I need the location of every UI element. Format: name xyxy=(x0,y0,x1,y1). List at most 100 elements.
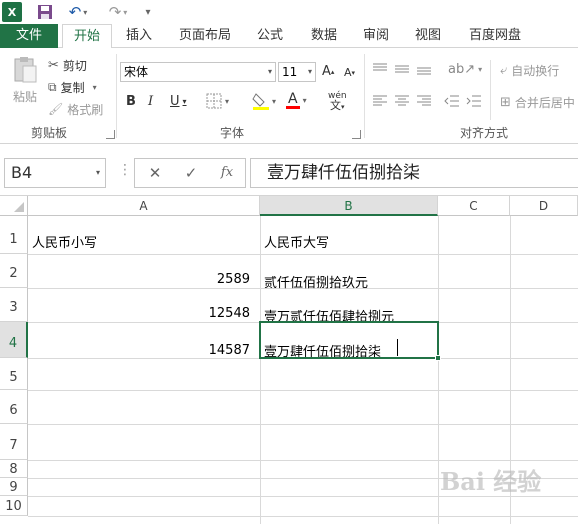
copy-label: 复制 xyxy=(60,80,85,95)
increase-indent-icon[interactable] xyxy=(466,94,482,108)
row-header-10[interactable]: 10 xyxy=(0,496,28,516)
bold-icon[interactable]: B xyxy=(126,94,136,109)
decrease-indent-icon[interactable] xyxy=(444,94,460,108)
redo-icon[interactable]: ↷ ▾ xyxy=(104,2,132,22)
font-name-value: 宋体 xyxy=(124,65,149,79)
cell-b1[interactable]: 人民币大写 xyxy=(264,232,329,251)
row-header-6[interactable]: 6 xyxy=(0,390,28,424)
row-header-7[interactable]: 7 xyxy=(0,424,28,460)
gridline xyxy=(260,216,261,524)
row-header-9[interactable]: 9 xyxy=(0,478,28,496)
row-header-4[interactable]: 4 xyxy=(0,322,28,358)
alignment-group-label: 对齐方式 xyxy=(459,126,508,140)
font-launcher-icon[interactable] xyxy=(352,130,361,139)
chevron-down-icon: ▾ xyxy=(95,168,100,177)
format-painter-button[interactable]: 🖌 格式刷 xyxy=(48,100,103,118)
row-header-1[interactable]: 1 xyxy=(0,216,28,254)
column-header-d[interactable]: D xyxy=(510,196,578,216)
wrap-text-label: 自动换行 xyxy=(511,64,560,78)
gridline xyxy=(28,390,578,391)
scissors-icon: ✂ xyxy=(48,57,59,73)
cut-label: 剪切 xyxy=(62,58,87,73)
increase-font-icon[interactable]: A ▴ xyxy=(322,64,334,79)
paste-button[interactable]: 粘贴 xyxy=(8,56,42,116)
align-middle-icon[interactable] xyxy=(394,62,410,76)
cell-a3[interactable]: 12548 xyxy=(32,306,250,321)
quick-access-toolbar: X ↶ ▾ ↷ ▾ ▾ xyxy=(0,0,578,24)
gridline xyxy=(28,424,578,425)
cell-a4[interactable]: 14587 xyxy=(32,343,250,358)
column-header-c[interactable]: C xyxy=(438,196,510,216)
align-top-icon[interactable] xyxy=(372,62,388,76)
gridline xyxy=(28,254,578,255)
cell-a2[interactable]: 2589 xyxy=(32,272,250,287)
paste-icon xyxy=(14,57,37,83)
paintbrush-icon: 🖌 xyxy=(48,102,64,116)
row-header-8[interactable]: 8 xyxy=(0,460,28,478)
tab-home[interactable]: 开始 xyxy=(62,24,112,49)
divider xyxy=(490,60,491,120)
fill-handle[interactable] xyxy=(435,355,441,361)
group-divider xyxy=(364,54,365,138)
border-icon[interactable]: ▾ xyxy=(206,93,229,109)
cancel-icon[interactable]: ✕ xyxy=(143,163,167,183)
decrease-font-icon[interactable]: A ▾ xyxy=(344,66,355,79)
align-center-icon[interactable] xyxy=(394,94,410,108)
group-divider xyxy=(116,54,117,138)
wrap-text-icon: ⤶ xyxy=(500,63,508,78)
format-painter-label: 格式刷 xyxy=(67,102,104,117)
italic-icon[interactable]: I xyxy=(148,94,153,109)
chevron-down-icon: ▾ xyxy=(307,67,312,76)
enter-icon[interactable]: ✓ xyxy=(179,163,203,183)
underline-icon[interactable]: U ▾ xyxy=(170,94,187,109)
name-box[interactable]: B4 ▾ xyxy=(4,158,106,188)
clipboard-group-label: 剪贴板 xyxy=(30,126,67,140)
name-box-value: B4 xyxy=(11,163,33,182)
fill-color-icon[interactable]: ▾ xyxy=(252,91,276,111)
merge-center-label: 合并后居中 xyxy=(514,96,575,110)
chevron-down-icon: ▾ xyxy=(267,67,272,76)
gridline xyxy=(28,516,578,517)
tab-view[interactable]: 视图 xyxy=(406,24,450,48)
column-header-a[interactable]: A xyxy=(28,196,260,216)
cell-b2[interactable]: 贰仟伍佰捌拾玖元 xyxy=(264,272,368,291)
undo-icon[interactable]: ↶ ▾ xyxy=(64,2,92,22)
tab-baidu-netdisk[interactable]: 百度网盘 xyxy=(462,24,528,48)
align-right-icon[interactable] xyxy=(416,94,432,108)
ribbon: 粘贴 ✂ 剪切 ⧉ 复制 ▾ 🖌 格式刷 剪贴板 宋体 ▾ 11 ▾ A ▴ A ▾… xyxy=(0,48,578,144)
insert-function-icon[interactable]: fx xyxy=(215,163,239,183)
tab-insert[interactable]: 插入 xyxy=(116,24,162,48)
cell-a1[interactable]: 人民币小写 xyxy=(32,232,97,251)
save-icon[interactable] xyxy=(36,2,54,22)
merge-center-button[interactable]: ⊞ 合并后居中 xyxy=(500,94,575,111)
row-header-3[interactable]: 3 xyxy=(0,288,28,322)
formula-buttons: ✕ ✓ fx xyxy=(134,158,246,188)
selected-cell-outline xyxy=(259,321,439,359)
more-options-icon[interactable]: ⋮ xyxy=(118,162,132,178)
orientation-icon[interactable]: ab↗ ▾ xyxy=(448,62,482,77)
font-size-select[interactable]: 11 ▾ xyxy=(278,62,316,82)
row-header-2[interactable]: 2 xyxy=(0,254,28,288)
phonetic-icon[interactable]: wén 文▾ xyxy=(328,92,347,112)
formula-input[interactable]: 壹万肆仟伍佰捌拾柒 xyxy=(250,158,578,188)
tab-data[interactable]: 数据 xyxy=(302,24,346,48)
tab-page-layout[interactable]: 页面布局 xyxy=(172,24,238,48)
clipboard-launcher-icon[interactable] xyxy=(106,130,115,139)
tab-formulas[interactable]: 公式 xyxy=(248,24,292,48)
row-header-5[interactable]: 5 xyxy=(0,358,28,390)
align-left-icon[interactable] xyxy=(372,94,388,108)
font-color-icon[interactable]: A ▾ xyxy=(286,92,307,109)
tab-review[interactable]: 审阅 xyxy=(354,24,398,48)
column-header-b[interactable]: B xyxy=(260,196,438,216)
customize-toolbar-icon[interactable]: ▾ xyxy=(140,2,156,22)
font-size-value: 11 xyxy=(282,65,298,79)
font-name-select[interactable]: 宋体 ▾ xyxy=(120,62,276,82)
wrap-text-button[interactable]: ⤶ 自动换行 xyxy=(500,62,559,79)
cut-button[interactable]: ✂ 剪切 xyxy=(48,56,87,74)
align-bottom-icon[interactable] xyxy=(416,62,432,76)
select-all-button[interactable] xyxy=(0,196,28,216)
tab-file[interactable]: 文件 xyxy=(0,24,58,48)
chevron-down-icon: ▾ xyxy=(92,82,97,92)
copy-button[interactable]: ⧉ 复制 ▾ xyxy=(48,78,97,96)
merge-cells-icon: ⊞ xyxy=(500,95,511,110)
